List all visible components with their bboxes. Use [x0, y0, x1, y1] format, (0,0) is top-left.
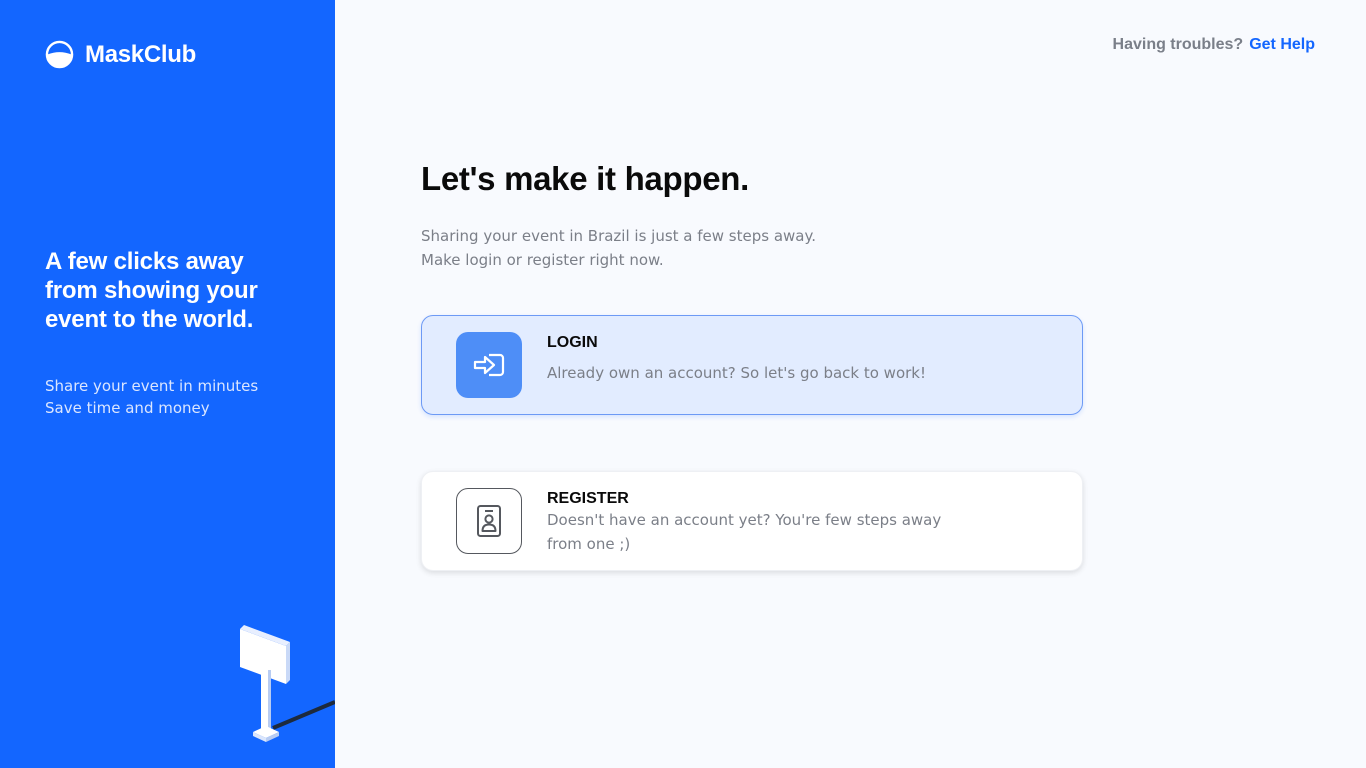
- sidebar-tagline: A few clicks away from showing your even…: [45, 248, 258, 333]
- id-badge-icon: [477, 505, 501, 537]
- login-description: Already own an account? So let's go back…: [547, 364, 926, 382]
- page-title: Let's make it happen.: [421, 160, 749, 197]
- sidebar-subline-2: Save time and money: [45, 399, 210, 417]
- get-help-link[interactable]: Get Help: [1249, 36, 1315, 54]
- logo[interactable]: MaskClub: [45, 40, 196, 69]
- intro-line-1: Sharing your event in Brazil is just a f…: [421, 227, 816, 245]
- login-icon-tile: [456, 332, 522, 398]
- signpost-illustration: [240, 625, 335, 742]
- register-icon-tile: [456, 488, 522, 554]
- sidebar: MaskClub A few clicks away from showing …: [0, 0, 335, 768]
- help-area: Having troubles? Get Help: [1113, 36, 1315, 54]
- login-arrow-icon: [473, 353, 505, 377]
- register-title: REGISTER: [547, 490, 629, 507]
- help-question: Having troubles?: [1112, 36, 1244, 53]
- sidebar-subline-1: Share your event in minutes: [45, 377, 259, 395]
- brand-name: MaskClub: [85, 40, 196, 68]
- login-option-card[interactable]: LOGIN Already own an account? So let's g…: [421, 315, 1083, 415]
- login-title: LOGIN: [547, 334, 598, 351]
- logo-icon: [45, 40, 74, 69]
- intro-line-2: Make login or register right now.: [421, 251, 664, 269]
- register-option-card[interactable]: REGISTER Doesn't have an account yet? Yo…: [421, 471, 1083, 571]
- register-description: Doesn't have an account yet? You're few …: [547, 511, 942, 553]
